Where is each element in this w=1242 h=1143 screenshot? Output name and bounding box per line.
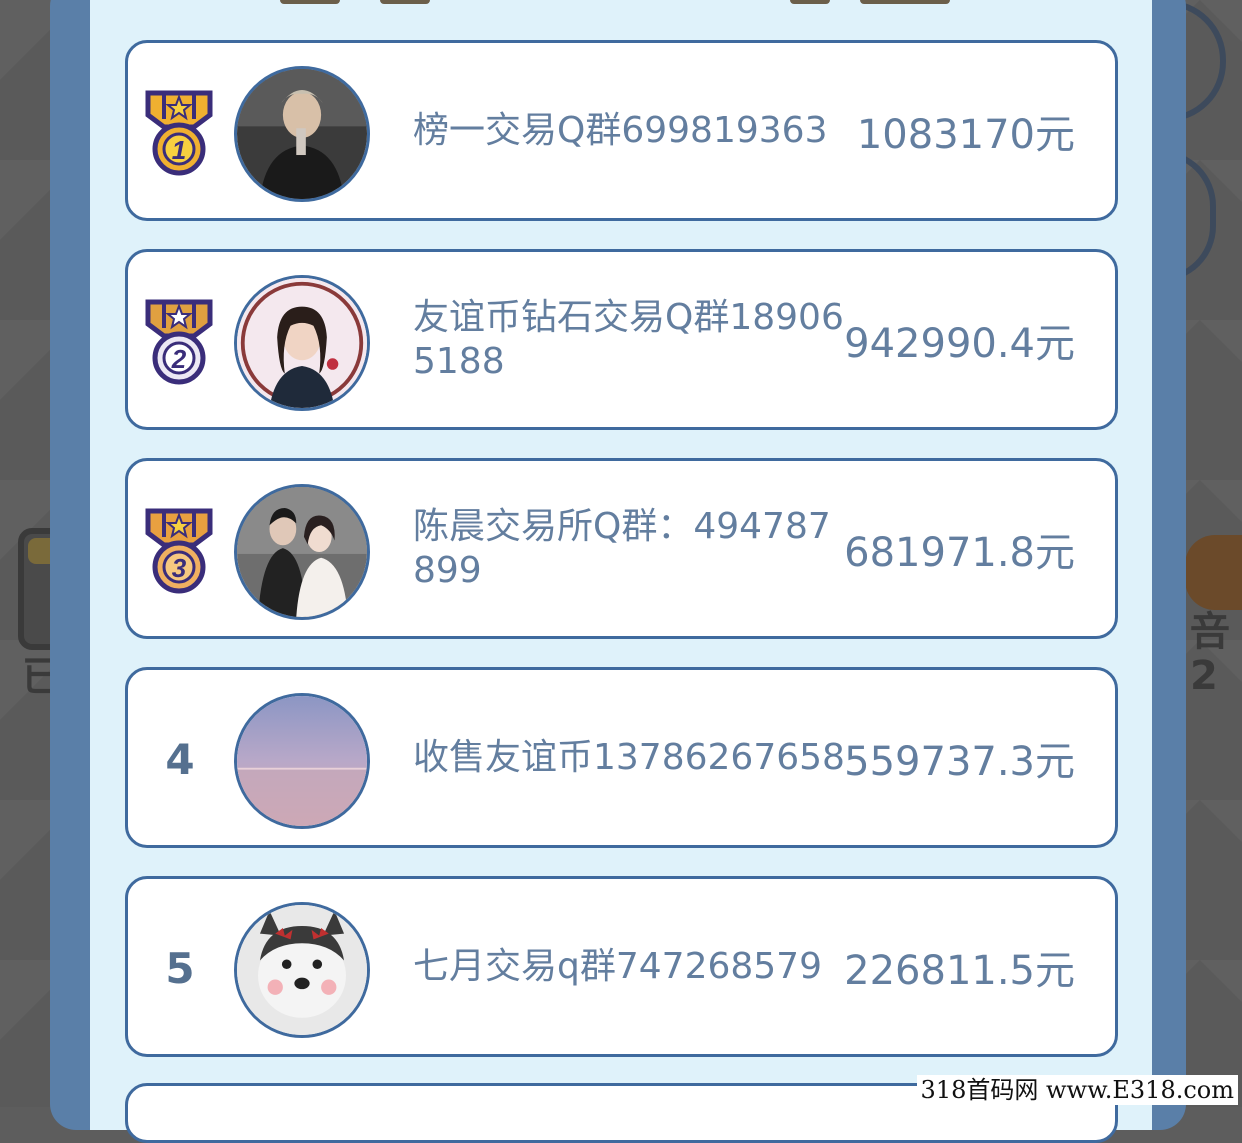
money-bag-icon — [1185, 535, 1242, 610]
player-name: 七月交易q群747268579 — [413, 945, 822, 987]
avatar[interactable] — [234, 902, 370, 1038]
watermark: 318首码网 www.E318.com — [916, 1075, 1238, 1105]
player-name: 友谊币钻石交易Q群189065188 — [413, 296, 844, 382]
player-amount: 1083170元 — [856, 111, 1075, 158]
player-name: 收售友谊币13786267658 — [413, 736, 845, 778]
rank-number: 4 — [165, 735, 195, 784]
svg-text:3: 3 — [172, 553, 187, 583]
svg-text:1: 1 — [172, 135, 186, 165]
player-name: 榜一交易Q群699819363 — [413, 109, 828, 151]
background-deco-right-glyph: 咅2 — [1190, 609, 1230, 699]
player-amount: 681971.8元 — [844, 529, 1075, 576]
rank-number: 5 — [165, 944, 195, 993]
medal-3-icon: 3 — [140, 507, 218, 597]
header-remnant — [90, 0, 1152, 10]
player-amount: 559737.3元 — [844, 738, 1075, 785]
player-amount: 942990.4元 — [844, 320, 1075, 367]
leaderboard-row[interactable]: 5 七月交易q群747268579 226811.5元 — [125, 876, 1118, 1057]
leaderboard-row[interactable]: 1 榜一交易Q群699819363 1083170元 — [125, 40, 1118, 221]
leaderboard-row[interactable]: 2 友谊币钻石交易Q群189065188 942990.4元 — [125, 249, 1118, 430]
svg-text:2: 2 — [171, 344, 187, 374]
avatar[interactable] — [234, 275, 370, 411]
avatar[interactable] — [234, 484, 370, 620]
leaderboard-row[interactable]: 3 陈晨交易所Q群：494787899 681971.8元 — [125, 458, 1118, 639]
avatar[interactable] — [234, 693, 370, 829]
medal-2-icon: 2 — [140, 298, 218, 388]
gold-medal-1-icon: 1 — [140, 89, 218, 179]
player-name: 陈晨交易所Q群：494787899 — [413, 505, 831, 591]
player-amount: 226811.5元 — [844, 947, 1075, 994]
leaderboard-row[interactable]: 4 收售友谊币13786267658 559737.3元 — [125, 667, 1118, 848]
avatar[interactable] — [234, 66, 370, 202]
